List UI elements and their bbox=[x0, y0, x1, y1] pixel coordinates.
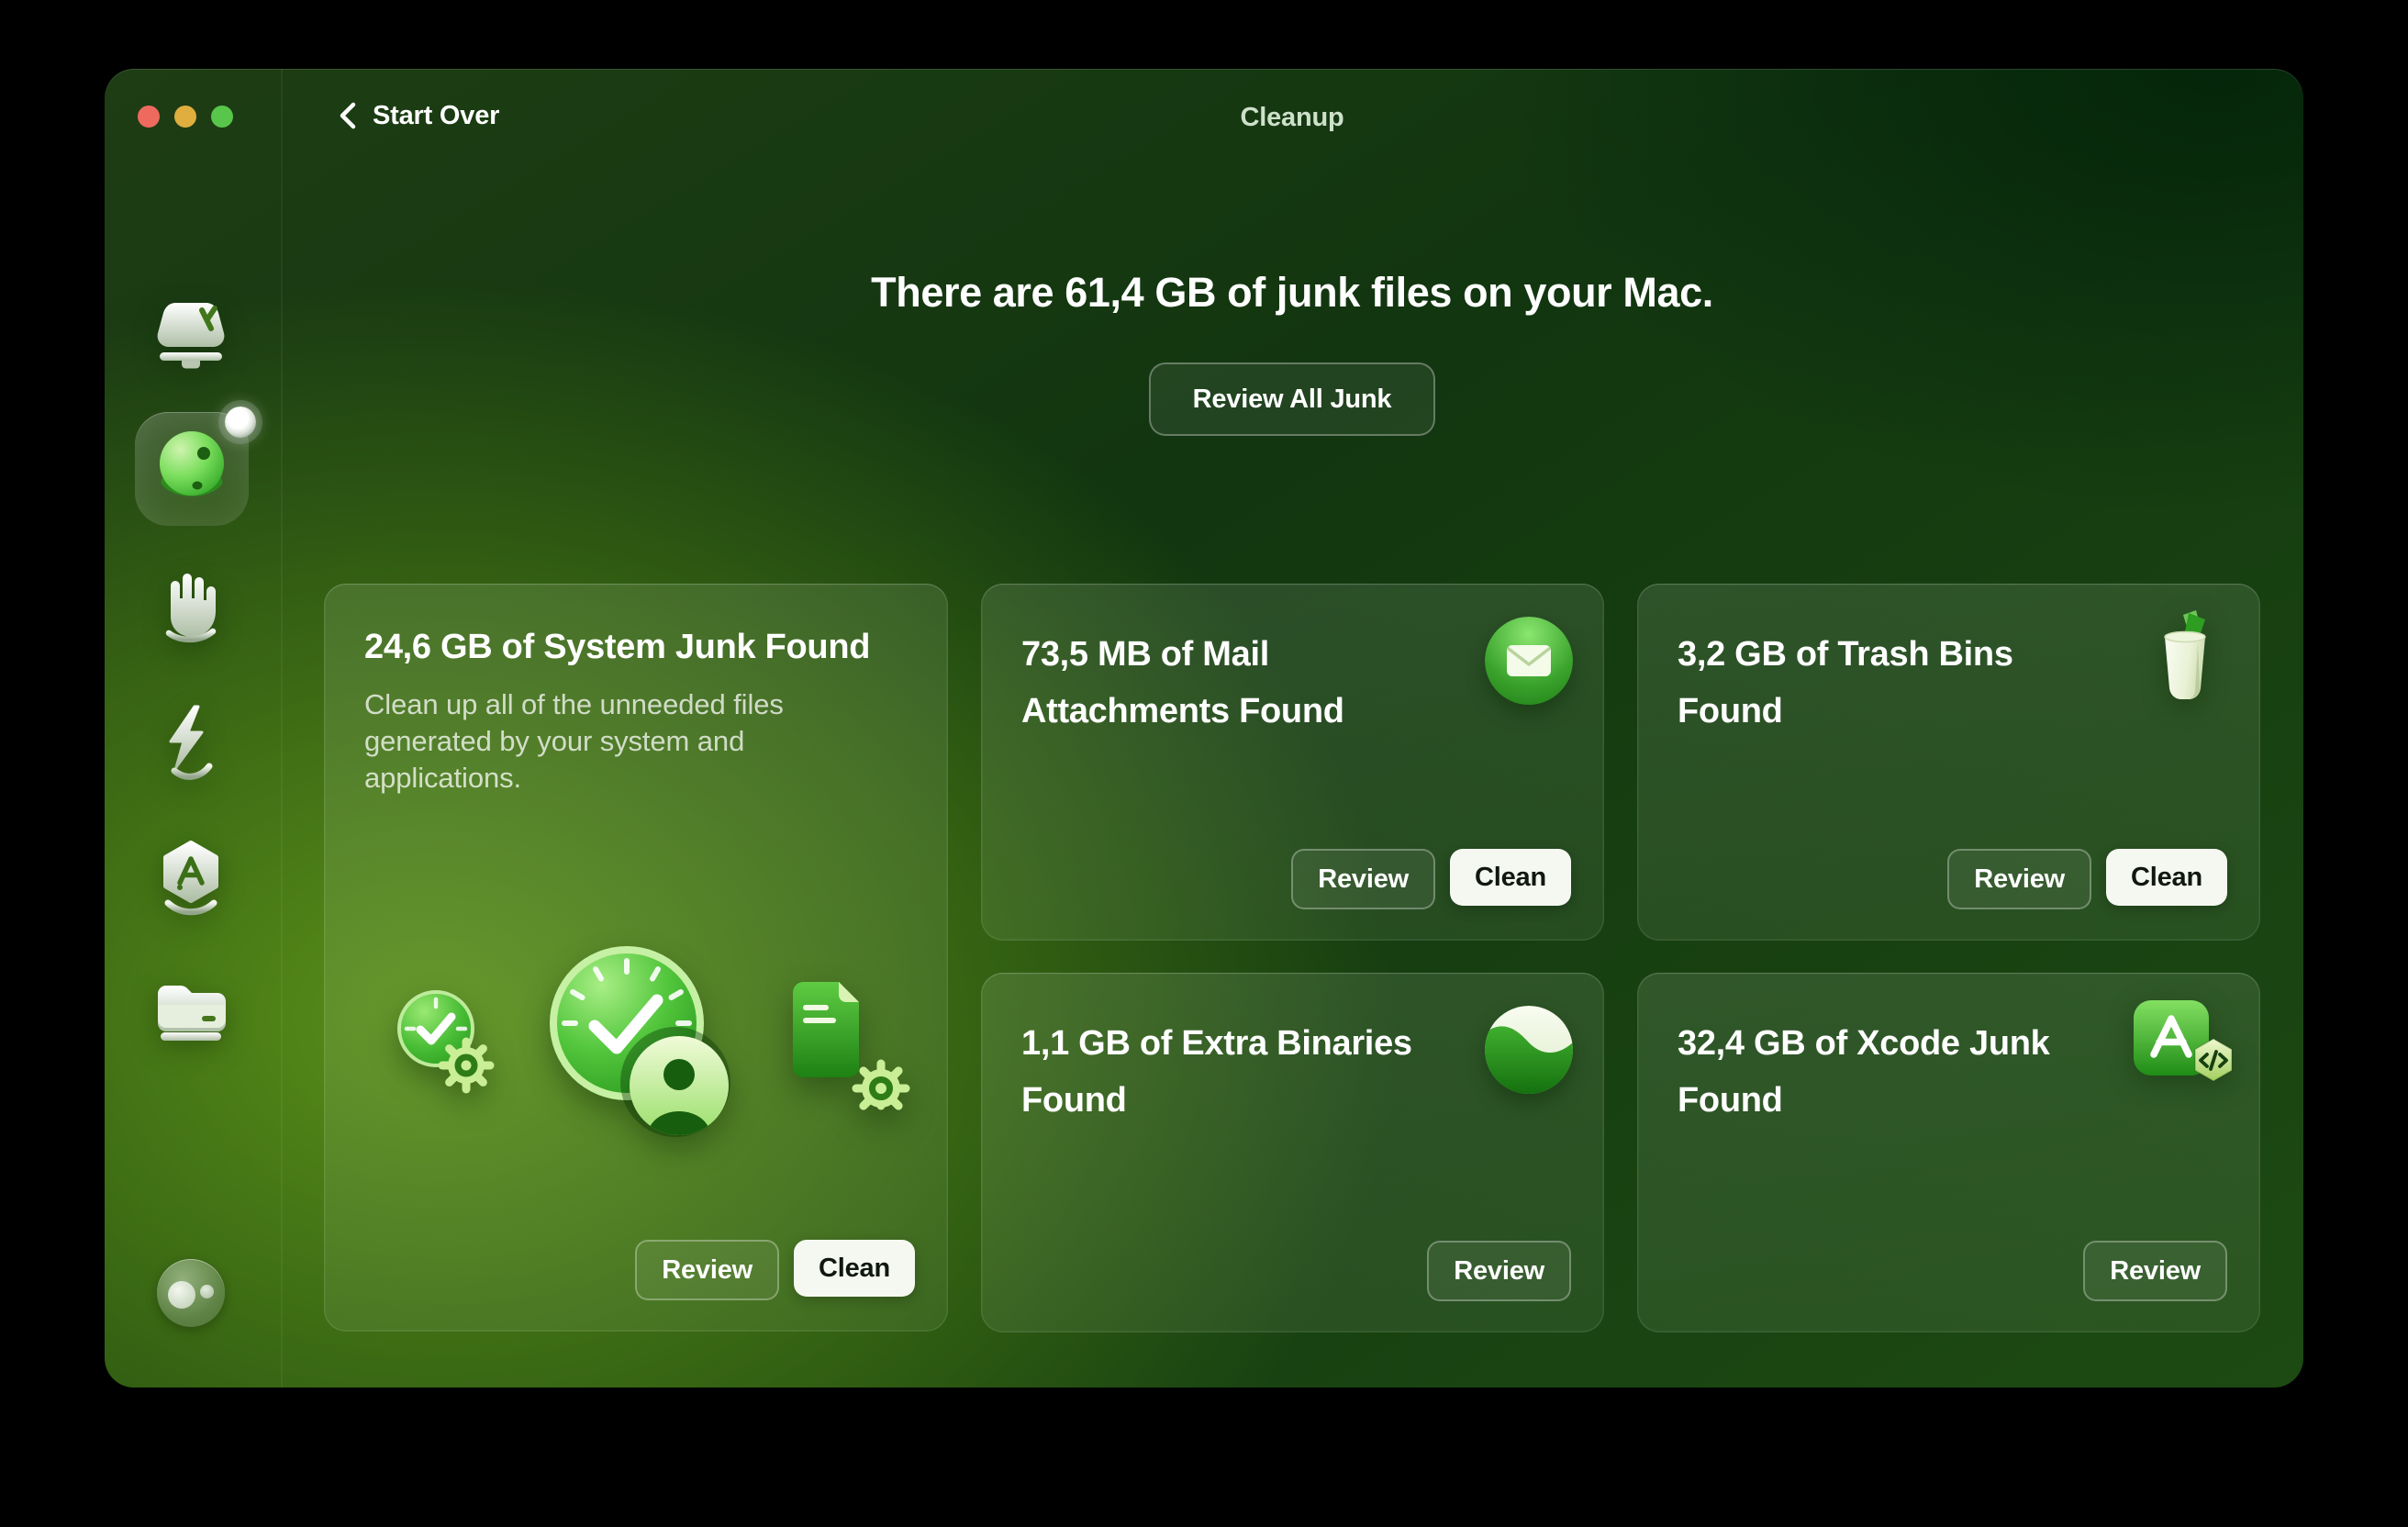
card-trash-bins: 3,2 GB of Trash Bins Found Review Clean bbox=[1637, 584, 2260, 941]
card-xcode-junk: 32,4 GB of Xcode Junk Found Review bbox=[1637, 973, 2260, 1332]
sidebar-item-assistant[interactable] bbox=[157, 1259, 225, 1327]
bubble-small-icon bbox=[200, 1285, 214, 1299]
card-title: 24,6 GB of System Junk Found bbox=[324, 584, 948, 668]
xcode-hexagon-code-icon bbox=[2132, 998, 2240, 1096]
clean-button[interactable]: Clean bbox=[794, 1240, 915, 1297]
mail-envelope-icon bbox=[1485, 617, 1573, 705]
review-button[interactable]: Review bbox=[1427, 1241, 1571, 1301]
document-gear-icon bbox=[782, 976, 920, 1128]
clean-button[interactable]: Clean bbox=[2106, 849, 2227, 906]
card-description: Clean up all of the unneeded files gener… bbox=[324, 668, 905, 797]
drive-icon bbox=[154, 301, 228, 369]
window-title: Cleanup bbox=[281, 103, 2303, 133]
sidebar-divider bbox=[281, 69, 283, 1388]
sidebar-item-cleanup-selected[interactable] bbox=[135, 412, 249, 526]
sidebar-item-files[interactable] bbox=[154, 981, 228, 1047]
trash-bin-icon bbox=[2137, 607, 2229, 703]
card-title: 73,5 MB of Mail Attachments Found bbox=[981, 584, 1507, 740]
review-all-junk-button[interactable]: Review All Junk bbox=[1149, 362, 1436, 436]
small-clock-gear-icon bbox=[395, 987, 500, 1102]
review-button[interactable]: Review bbox=[1947, 849, 2091, 909]
hand-icon bbox=[160, 571, 224, 644]
app-window: Start Over Cleanup bbox=[105, 69, 2303, 1388]
review-button[interactable]: Review bbox=[635, 1240, 779, 1300]
close-window-button[interactable] bbox=[138, 106, 160, 128]
card-system-junk: 24,6 GB of System Junk Found Clean up al… bbox=[324, 584, 948, 1332]
clean-button[interactable]: Clean bbox=[1450, 849, 1571, 906]
zoom-window-button[interactable] bbox=[211, 106, 233, 128]
card-extra-binaries: 1,1 GB of Extra Binaries Found Review bbox=[981, 973, 1604, 1332]
folder-icon bbox=[154, 981, 228, 1047]
sidebar-item-applications[interactable] bbox=[155, 841, 227, 918]
cleanup-ball-icon bbox=[153, 427, 230, 511]
sidebar-item-performance[interactable] bbox=[163, 705, 220, 784]
sidebar-item-smart-scan[interactable] bbox=[154, 301, 228, 369]
review-button[interactable]: Review bbox=[2083, 1241, 2227, 1301]
notification-dot bbox=[225, 407, 256, 438]
card-title: 1,1 GB of Extra Binaries Found bbox=[981, 973, 1507, 1129]
big-clock-user-icon bbox=[540, 939, 769, 1168]
lightning-icon bbox=[163, 705, 220, 784]
review-button[interactable]: Review bbox=[1291, 849, 1435, 909]
minimize-window-button[interactable] bbox=[174, 106, 196, 128]
junk-summary-headline: There are 61,4 GB of junk files on your … bbox=[281, 269, 2303, 317]
card-title: 3,2 GB of Trash Bins Found bbox=[1637, 584, 2163, 740]
card-mail-attachments: 73,5 MB of Mail Attachments Found Review… bbox=[981, 584, 1604, 941]
binaries-wave-icon bbox=[1485, 1006, 1573, 1094]
app-hexagon-icon bbox=[155, 841, 227, 918]
bubble-large-icon bbox=[168, 1281, 195, 1309]
screenshot-stage: Start Over Cleanup bbox=[0, 0, 2408, 1527]
sidebar-item-protection[interactable] bbox=[160, 571, 224, 644]
card-title: 32,4 GB of Xcode Junk Found bbox=[1637, 973, 2163, 1129]
